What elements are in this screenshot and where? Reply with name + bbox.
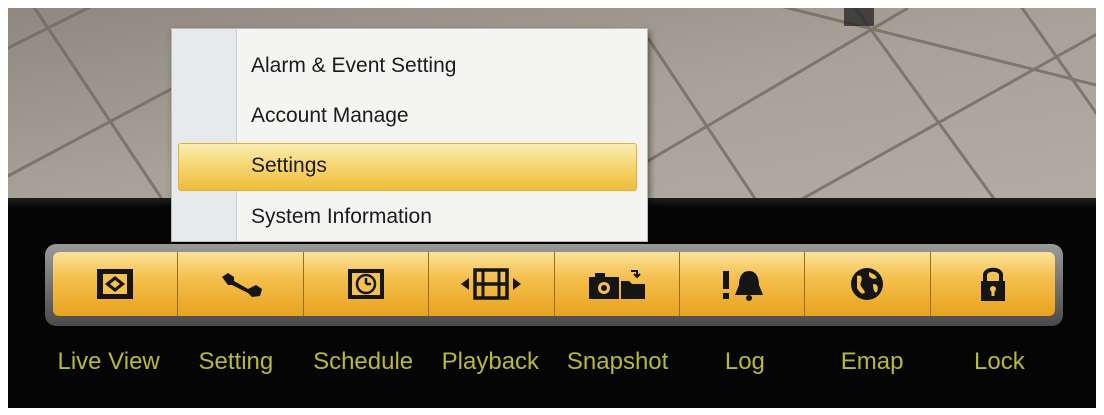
label-schedule[interactable]: Schedule xyxy=(300,348,427,384)
alert-bell-icon xyxy=(723,271,764,301)
menu-item-system-information[interactable]: System Information xyxy=(172,193,647,241)
lock-button[interactable] xyxy=(930,252,1055,316)
label-emap[interactable]: Emap xyxy=(809,348,936,384)
label-playback[interactable]: Playback xyxy=(427,348,554,384)
app-window: Alarm & Event Setting Account Manage Set… xyxy=(8,8,1096,408)
playback-button[interactable] xyxy=(429,252,555,316)
emap-button[interactable] xyxy=(805,252,931,316)
log-button[interactable] xyxy=(679,252,806,316)
menu-item-label: Settings xyxy=(251,154,327,177)
label-setting[interactable]: Setting xyxy=(172,348,299,384)
wrench-icon xyxy=(221,273,262,297)
menu-item-label: Account Manage xyxy=(251,104,409,127)
menu-item-label: Alarm & Event Setting xyxy=(251,54,457,77)
label-snapshot[interactable]: Snapshot xyxy=(554,348,681,384)
snapshot-button[interactable] xyxy=(554,252,680,316)
clock-icon xyxy=(347,269,384,299)
schedule-button[interactable] xyxy=(303,252,430,316)
label-live-view[interactable]: Live View xyxy=(45,348,172,384)
live-view-icon xyxy=(97,269,134,299)
main-toolbar xyxy=(45,244,1063,326)
menu-item-label: System Information xyxy=(251,205,432,228)
live-view-button[interactable] xyxy=(53,252,179,316)
label-lock[interactable]: Lock xyxy=(936,348,1063,384)
globe-icon xyxy=(851,268,884,300)
toolbar-buttons xyxy=(53,252,1055,316)
menu-highlight xyxy=(178,143,637,191)
toolbar-labels: Live View Setting Schedule Playback Snap… xyxy=(45,348,1063,384)
menu-item-settings[interactable]: Settings xyxy=(172,142,647,191)
label-log[interactable]: Log xyxy=(681,348,808,384)
lock-icon xyxy=(980,267,1005,301)
menu-item-alarm-event-setting[interactable]: Alarm & Event Setting xyxy=(172,42,647,90)
context-menu: Alarm & Event Setting Account Manage Set… xyxy=(171,28,648,242)
camera-folder-icon xyxy=(588,270,645,299)
film-playback-icon xyxy=(461,268,522,300)
setting-button[interactable] xyxy=(178,252,304,316)
menu-item-account-manage[interactable]: Account Manage xyxy=(172,92,647,140)
